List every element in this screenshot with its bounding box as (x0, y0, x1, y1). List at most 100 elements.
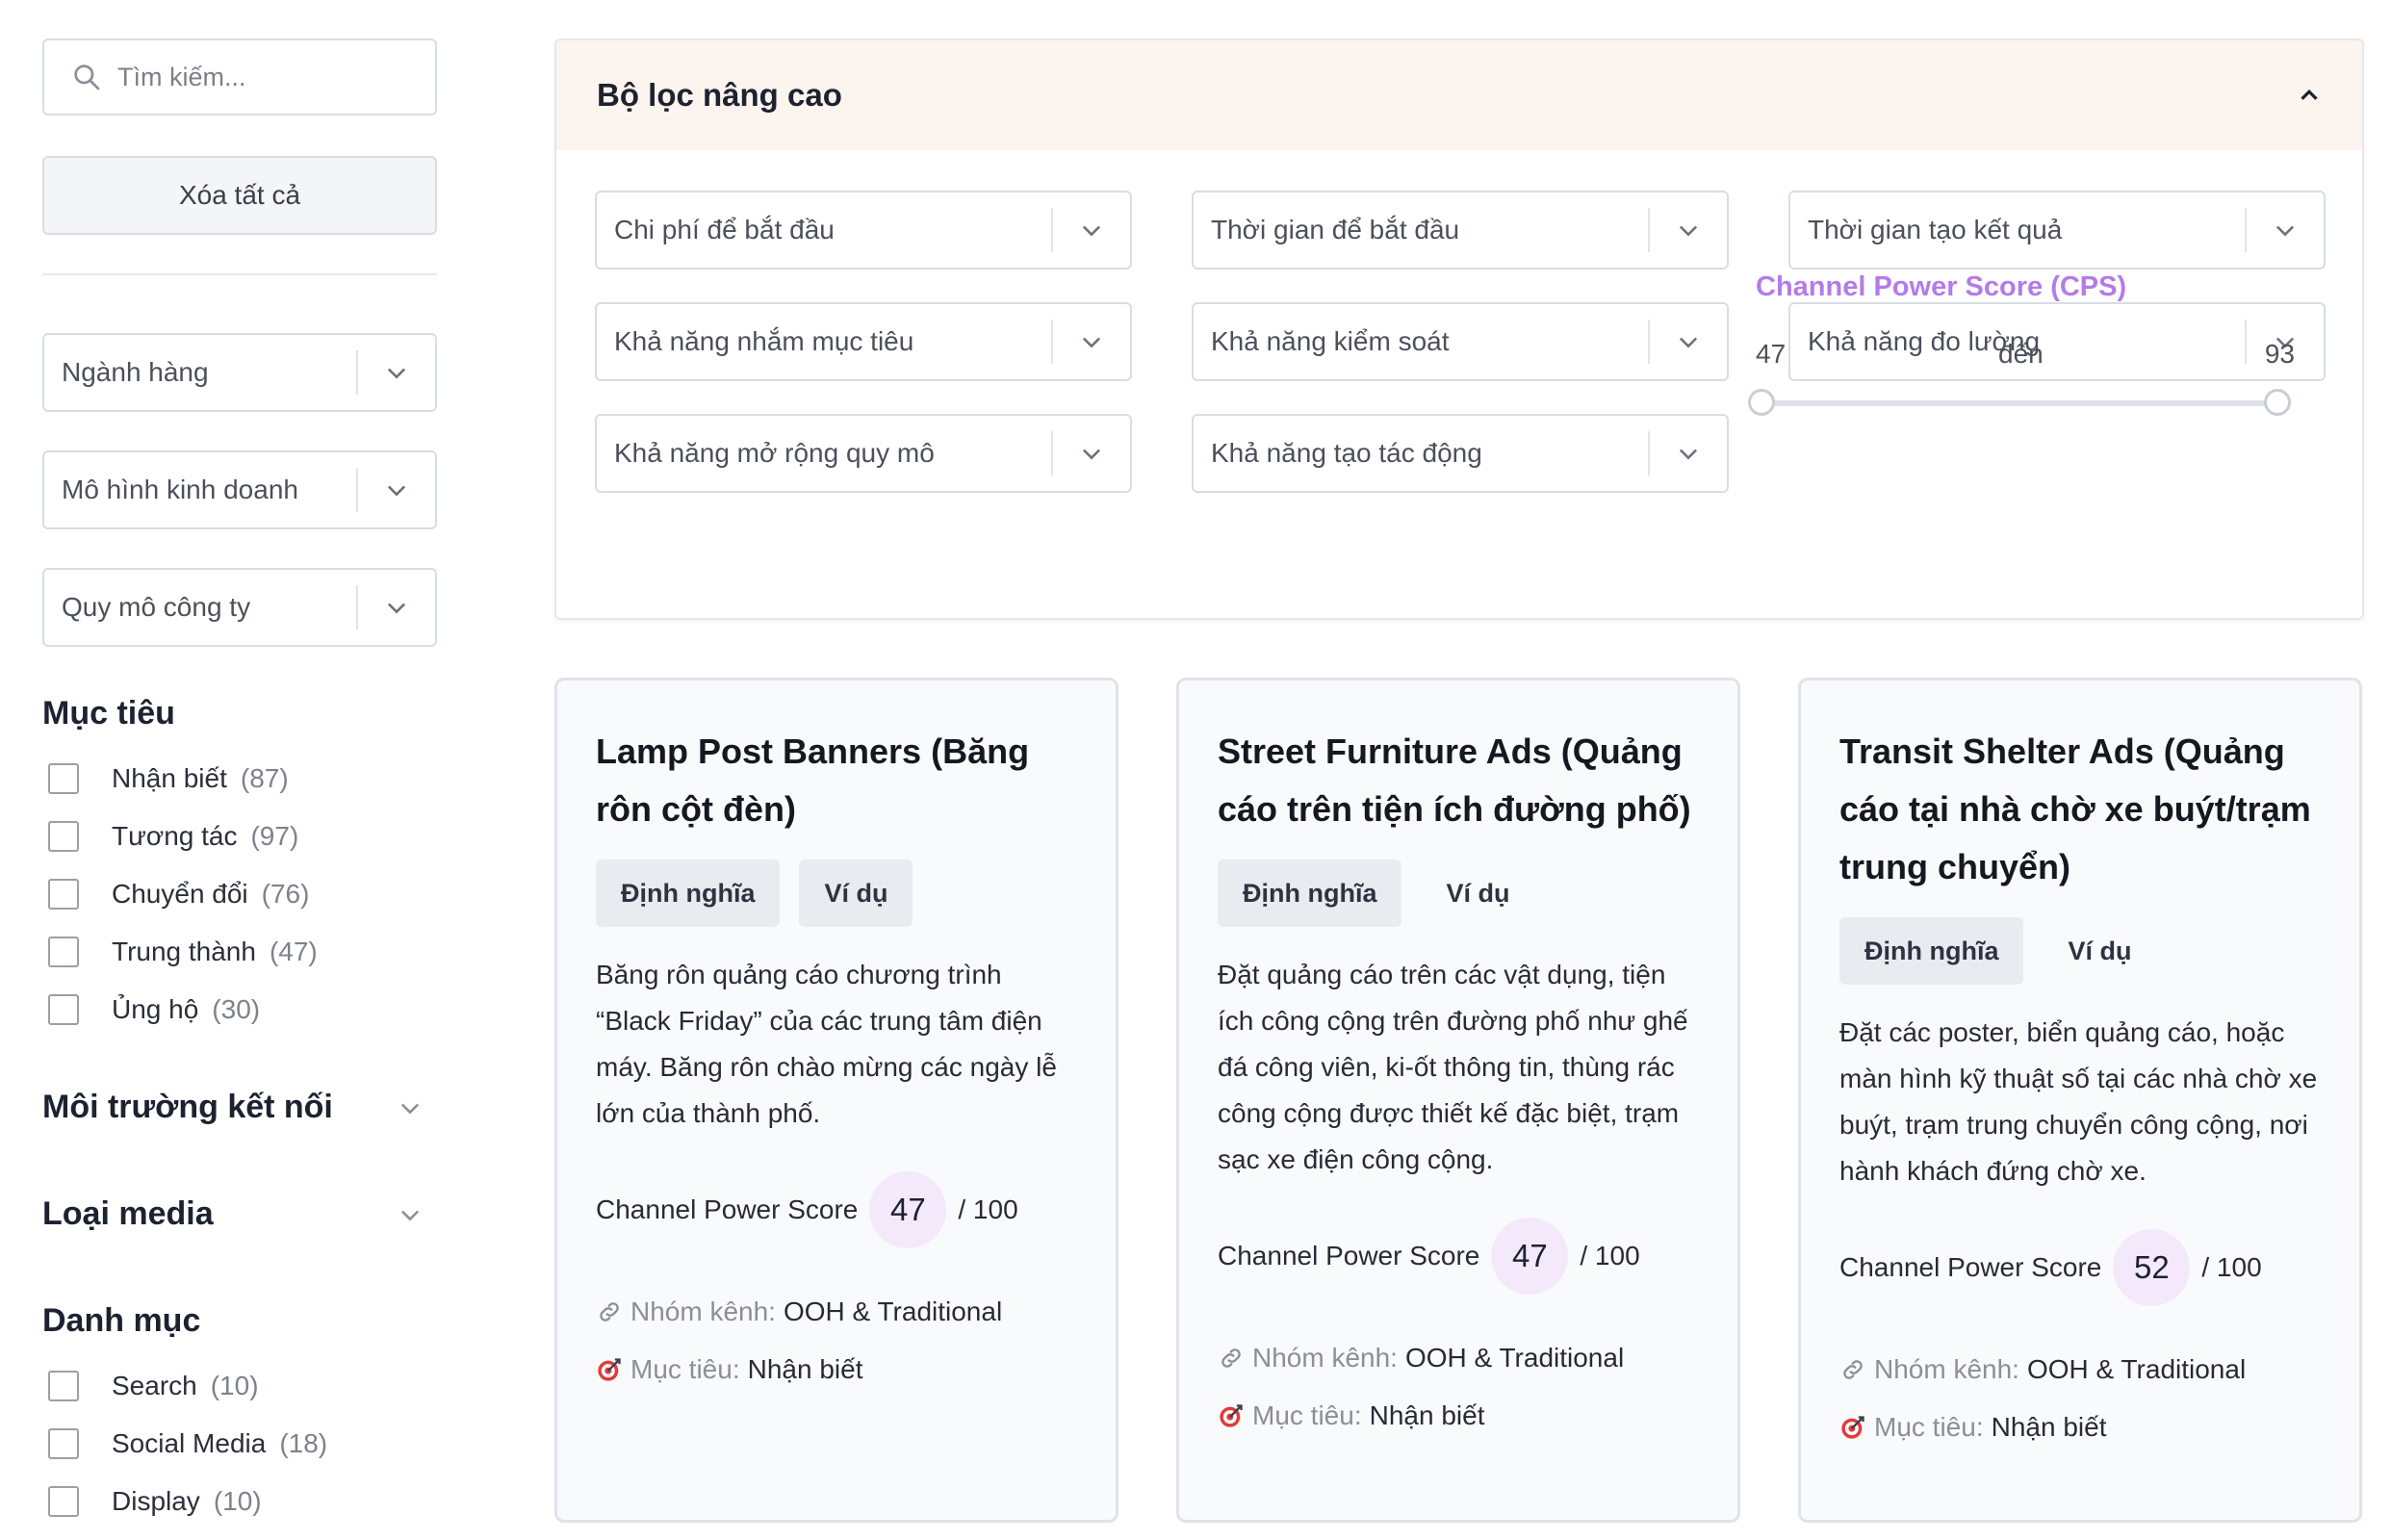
select-separator (356, 468, 358, 512)
environment-section-toggle[interactable]: Môi trường kết nối (42, 1089, 437, 1126)
target-icon (1841, 1416, 1864, 1439)
cps-range-to: đến (1998, 339, 2044, 369)
checkbox[interactable] (48, 1486, 79, 1517)
tab-definition[interactable]: Định nghĩa (596, 860, 781, 927)
chevron-up-icon[interactable] (2295, 81, 2324, 110)
control-select[interactable]: Khả năng kiểm soát (1192, 302, 1729, 381)
measurement-select[interactable]: Khả năng đo lường (1788, 302, 2326, 381)
chevron-down-icon (400, 1103, 420, 1114)
score-label: Channel Power Score (1218, 1241, 1480, 1270)
checkbox-label: Chuyển đổi (112, 879, 248, 909)
channel-group-row: Nhóm kênh: OOH & Traditional (596, 1283, 1077, 1341)
search-box[interactable] (42, 38, 437, 116)
goal-checkbox-row[interactable]: Ủng hộ (30) (42, 981, 437, 1039)
tab-example[interactable]: Ví dụ (1421, 860, 1534, 927)
goal-row: Mục tiêu: Nhận biết (1839, 1399, 2321, 1456)
sidebar: Xóa tất cả Ngành hàng Mô hình kinh doanh… (42, 38, 437, 1530)
advanced-filter-title: Bộ lọc nâng cao (597, 77, 842, 113)
select-separator (356, 585, 358, 629)
goal-checkbox-row[interactable]: Trung thành (47) (42, 923, 437, 981)
chevron-down-icon (1679, 449, 1698, 460)
tab-example[interactable]: Ví dụ (2043, 917, 2156, 985)
category-checkbox-row[interactable]: Social Media (18) (42, 1415, 437, 1473)
cps-max-value: 93 (2264, 339, 2295, 369)
tab-example[interactable]: Ví dụ (799, 860, 913, 927)
cps-range-slider[interactable] (1748, 389, 2291, 416)
checkbox[interactable] (48, 879, 79, 910)
business-model-select[interactable]: Mô hình kinh doanh (42, 450, 437, 529)
checkbox-label: Tương tác (112, 821, 238, 851)
cps-min-handle[interactable] (1748, 389, 1775, 416)
checkbox-label: Nhận biết (112, 763, 227, 793)
channel-group-row: Nhóm kênh: OOH & Traditional (1218, 1329, 1699, 1387)
cps-label: Channel Power Score (CPS) (1756, 271, 2127, 302)
checkbox-count: (76) (261, 879, 310, 909)
checkbox[interactable] (48, 821, 79, 852)
goal-label: Mục tiêu: (630, 1354, 740, 1384)
goal-label: Mục tiêu: (1874, 1412, 1984, 1442)
select-label: Chi phí để bắt đầu (614, 215, 835, 244)
channel-group-value: OOH & Traditional (783, 1296, 1003, 1326)
goal-row: Mục tiêu: Nhận biết (596, 1341, 1077, 1399)
impact-select[interactable]: Khả năng tạo tác động (1192, 414, 1729, 493)
checkbox-label: Social Media (112, 1428, 267, 1458)
targeting-select[interactable]: Khả năng nhắm mục tiêu (595, 302, 1132, 381)
goal-checkbox-row[interactable]: Nhận biết (87) (42, 750, 437, 808)
goals-list: Nhận biết (87) Tương tác (97) Chuyển đổi (7… (42, 750, 437, 1039)
card-title: Lamp Post Banners (Băng rôn cột đèn) (596, 732, 1030, 829)
goal-checkbox-row[interactable]: Tương tác (97) (42, 808, 437, 865)
goal-checkbox-row[interactable]: Chuyển đổi (76) (42, 865, 437, 923)
media-type-section-toggle[interactable]: Loại media (42, 1195, 437, 1233)
checkbox-count: (18) (279, 1428, 328, 1458)
channel-group-label: Nhóm kênh: (1252, 1343, 1398, 1373)
channel-group-value: OOH & Traditional (2026, 1354, 2247, 1384)
media-type-title: Loại media (42, 1195, 214, 1232)
startup-cost-select[interactable]: Chi phí để bắt đầu (595, 191, 1132, 270)
score-label: Channel Power Score (1839, 1252, 2102, 1282)
card-description: Đặt quảng cáo trên các vật dụng, tiện íc… (1218, 960, 1688, 1174)
checkbox[interactable] (48, 1371, 79, 1401)
channel-group-row: Nhóm kênh: OOH & Traditional (1839, 1341, 2321, 1399)
category-checkbox-row[interactable]: Search (10) (42, 1357, 437, 1415)
card-title: Transit Shelter Ads (Quảng cáo tại nhà c… (1839, 732, 2311, 886)
checkbox-label: Display (112, 1486, 200, 1516)
card-tabs: Định nghĩa Ví dụ (1218, 860, 1699, 927)
tab-definition[interactable]: Định nghĩa (1839, 917, 2024, 985)
cps-min-value: 47 (1756, 339, 1787, 369)
channel-group-value: OOH & Traditional (1404, 1343, 1625, 1373)
categories-list: Search (10) Social Media (18) Display (10) (42, 1357, 437, 1530)
checkbox[interactable] (48, 994, 79, 1025)
checkbox-count: (30) (212, 994, 261, 1024)
cps-max-handle[interactable] (2264, 389, 2291, 416)
select-separator (356, 350, 358, 395)
industry-select[interactable]: Ngành hàng (42, 333, 437, 412)
chevron-down-icon (1082, 337, 1101, 348)
checkbox[interactable] (48, 1428, 79, 1459)
advanced-filter-header[interactable]: Bộ lọc nâng cao (556, 40, 2362, 150)
checkbox-label: Search (112, 1371, 197, 1400)
company-size-select-label: Quy mô công ty (62, 592, 251, 622)
checkbox[interactable] (48, 937, 79, 967)
tab-definition[interactable]: Định nghĩa (1218, 860, 1402, 927)
channel-card: Lamp Post Banners (Băng rôn cột đèn) Địn… (554, 678, 1118, 1523)
search-input[interactable] (117, 62, 406, 92)
category-checkbox-row[interactable]: Display (10) (42, 1473, 437, 1530)
checkbox[interactable] (48, 763, 79, 794)
goal-value: Nhận biết (1369, 1400, 1485, 1430)
select-separator (1051, 431, 1053, 475)
select-separator (1648, 320, 1650, 364)
goals-title: Mục tiêu (42, 695, 437, 732)
target-icon (1220, 1404, 1243, 1427)
card-description: Băng rôn quảng cáo chương trình “Black F… (596, 960, 1057, 1128)
link-icon (1221, 1348, 1241, 1368)
result-time-select[interactable]: Thời gian tạo kết quả (1788, 191, 2326, 270)
scalability-select[interactable]: Khả năng mở rộng quy mô (595, 414, 1132, 493)
startup-time-select[interactable]: Thời gian để bắt đầu (1192, 191, 1729, 270)
card-tabs: Định nghĩa Ví dụ (1839, 917, 2321, 985)
card-tabs: Định nghĩa Ví dụ (596, 860, 1077, 927)
card-meta: Nhóm kênh: OOH & Traditional Mục tiêu: Nhậ… (1218, 1329, 1699, 1445)
chevron-down-icon (1679, 225, 1698, 237)
company-size-select[interactable]: Quy mô công ty (42, 568, 437, 647)
channel-power-score: Channel Power Score 52 / 100 (1839, 1229, 2321, 1306)
clear-all-button[interactable]: Xóa tất cả (42, 156, 437, 235)
